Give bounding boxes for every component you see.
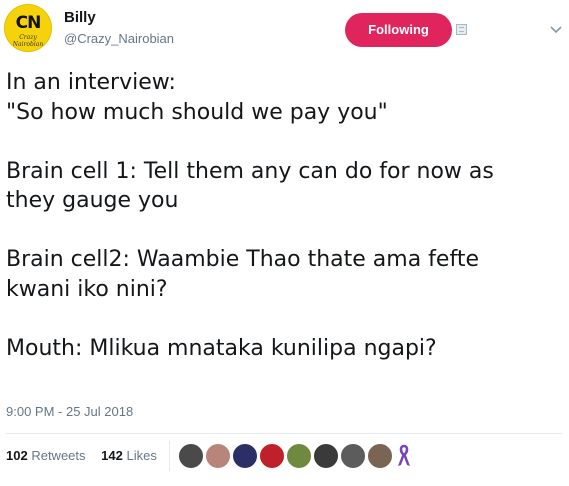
user-avatar[interactable]: CN Crazy Nairobian [4,4,52,52]
tweet-timestamp[interactable]: 9:00 PM - 25 Jul 2018 [6,404,133,419]
avatar-red-logo[interactable] [259,443,285,469]
avatar-monogram: CN [15,13,42,33]
tweet-card: CN Crazy Nairobian Billy @Crazy_Nairobia… [0,0,569,486]
avatar-green-figure[interactable] [286,443,312,469]
purple-ribbon-icon[interactable] [396,444,412,468]
retweets-stat[interactable]: 102 Retweets [6,448,86,463]
stats-divider [6,433,563,434]
user-actions-icon[interactable] [456,24,467,35]
likes-label: Likes [126,448,157,463]
retweets-count: 102 [6,448,28,463]
avatar-dark-face[interactable] [313,443,339,469]
avatar-man-bw[interactable] [340,443,366,469]
chevron-down-icon[interactable] [549,23,563,37]
likes-count: 142 [101,448,123,463]
avatar-blue-graphic[interactable] [232,443,258,469]
stats-separator [169,441,170,471]
avatar-script: Crazy Nairobian [12,34,44,48]
tweet-stats: 102 Retweets 142 Likes [6,448,169,463]
user-name[interactable]: Billy [64,9,96,26]
user-handle[interactable]: @Crazy_Nairobian [64,31,174,46]
tweet-text: In an interview: "So how much should we … [6,70,494,361]
avatar-selfie[interactable] [367,443,393,469]
likes-stat[interactable]: 142 Likes [101,448,157,463]
retweets-label: Retweets [31,448,86,463]
avatar-dark-man[interactable] [178,443,204,469]
avatar-woman[interactable] [205,443,231,469]
following-button[interactable]: Following [345,13,452,47]
